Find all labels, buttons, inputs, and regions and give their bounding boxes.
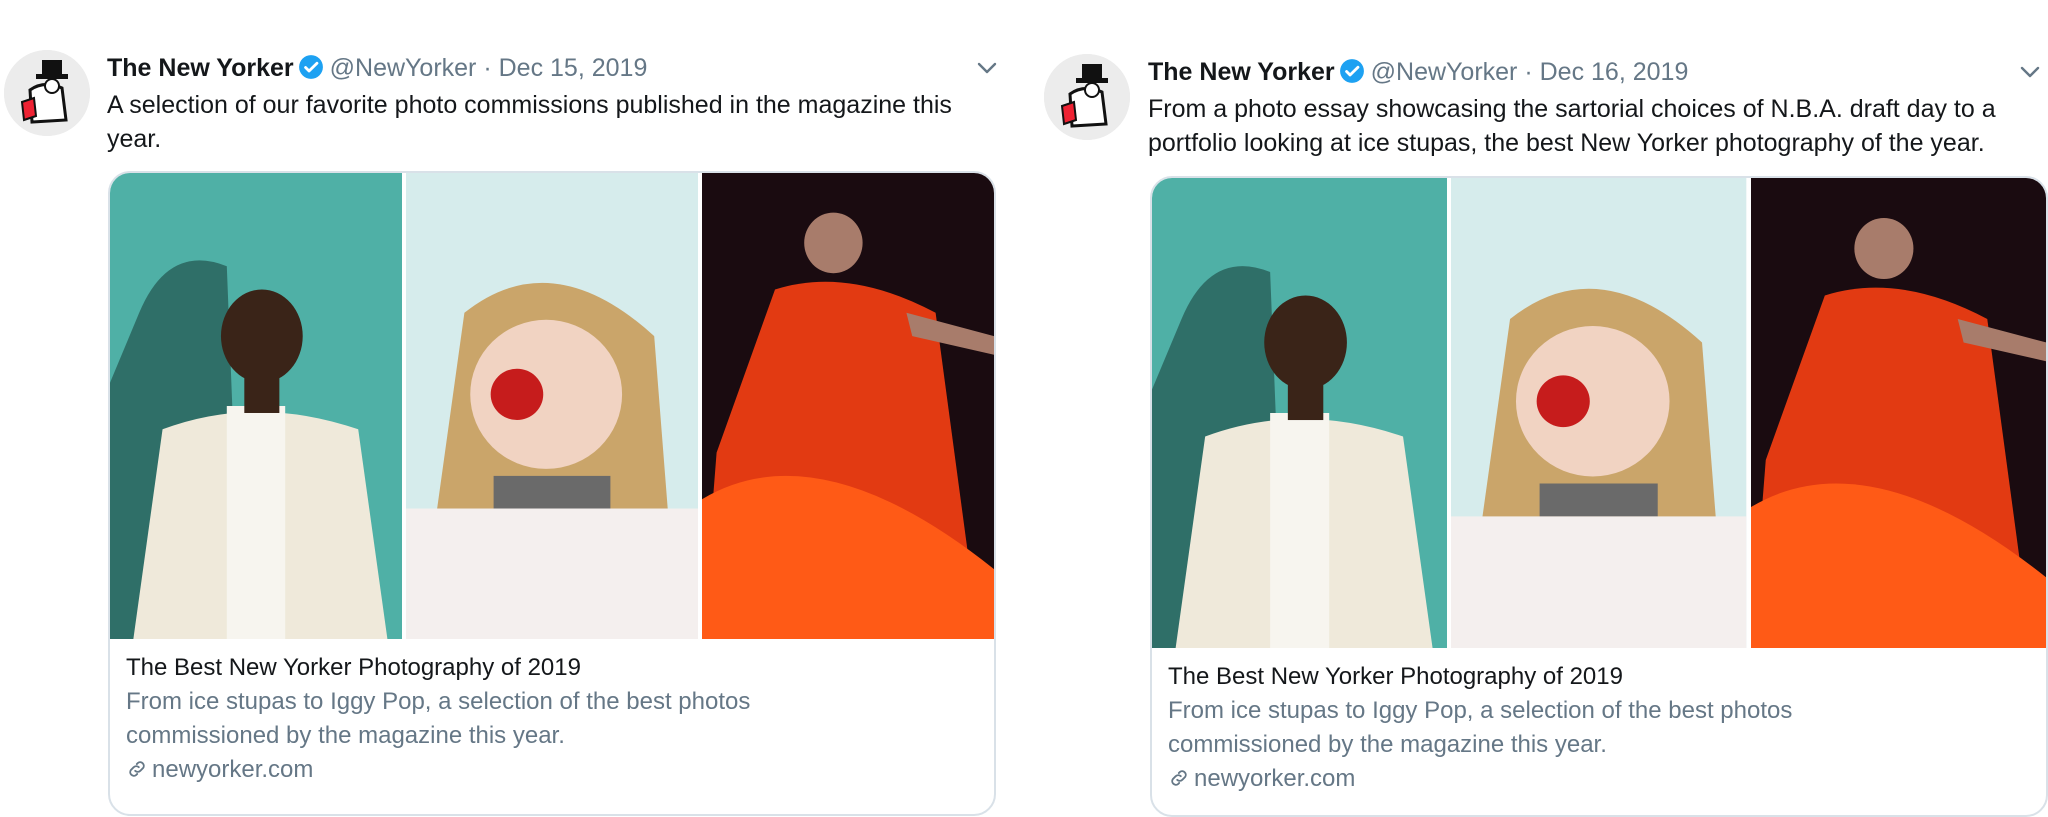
- link-icon: [126, 758, 148, 780]
- card-domain-text: newyorker.com: [1194, 765, 1356, 792]
- card-description: From ice stupas to Iggy Pop, a selection…: [1168, 697, 1793, 758]
- eustace-tilley-logo: [1044, 54, 1130, 140]
- separator: ·: [1524, 58, 1533, 86]
- tweet-text: A selection of our favorite photo commis…: [107, 91, 952, 153]
- author-handle[interactable]: @NewYorker: [330, 54, 477, 82]
- card-domain[interactable]: newyorker.com: [1168, 762, 2030, 796]
- author-name[interactable]: The New Yorker: [107, 54, 294, 82]
- avatar[interactable]: [1044, 54, 1130, 140]
- link-card[interactable]: The Best New Yorker Photography of 2019 …: [108, 171, 996, 816]
- tweet-text: From a photo essay showcasing the sartor…: [1148, 95, 1996, 157]
- photo-man-white-suit: [1152, 178, 1448, 648]
- photo-dancer-red-dress: [702, 173, 994, 639]
- author-name[interactable]: The New Yorker: [1148, 58, 1335, 86]
- card-photos: [1152, 178, 2046, 648]
- chevron-down-icon[interactable]: [975, 56, 999, 80]
- tweet-1[interactable]: The New Yorker @NewYorker · Dec 15, 2019 …: [0, 0, 1010, 817]
- separator: ·: [483, 54, 492, 82]
- card-domain-text: newyorker.com: [152, 756, 314, 783]
- card-title[interactable]: The Best New Yorker Photography of 2019: [126, 651, 978, 685]
- eustace-tilley-logo: [4, 50, 90, 136]
- tweet-header: The New Yorker @NewYorker · Dec 16, 2019: [1148, 56, 1688, 88]
- card-body: The Best New Yorker Photography of 2019 …: [1168, 660, 2030, 796]
- verified-badge-icon: [298, 54, 324, 80]
- photo-woman-screaming: [406, 173, 698, 639]
- photo-woman-screaming: [1451, 178, 1747, 648]
- card-description: From ice stupas to Iggy Pop, a selection…: [126, 688, 751, 749]
- tweet-header: The New Yorker @NewYorker · Dec 15, 2019: [107, 52, 647, 84]
- photo-dancer-red-dress: [1750, 178, 2046, 648]
- link-card[interactable]: The Best New Yorker Photography of 2019 …: [1150, 176, 2048, 817]
- card-photos: [110, 173, 994, 639]
- chevron-down-icon[interactable]: [2018, 60, 2042, 84]
- card-title[interactable]: The Best New Yorker Photography of 2019: [1168, 660, 2030, 694]
- author-handle[interactable]: @NewYorker: [1371, 58, 1518, 86]
- avatar[interactable]: [4, 50, 90, 136]
- link-icon: [1168, 767, 1190, 789]
- tweet-date[interactable]: Dec 16, 2019: [1540, 58, 1689, 86]
- verified-badge-icon: [1339, 58, 1365, 84]
- card-domain[interactable]: newyorker.com: [126, 753, 978, 787]
- tweet-2[interactable]: The New Yorker @NewYorker · Dec 16, 2019 …: [1040, 0, 2048, 817]
- photo-man-white-suit: [110, 173, 402, 639]
- tweet-date[interactable]: Dec 15, 2019: [499, 54, 648, 82]
- card-body: The Best New Yorker Photography of 2019 …: [126, 651, 978, 787]
